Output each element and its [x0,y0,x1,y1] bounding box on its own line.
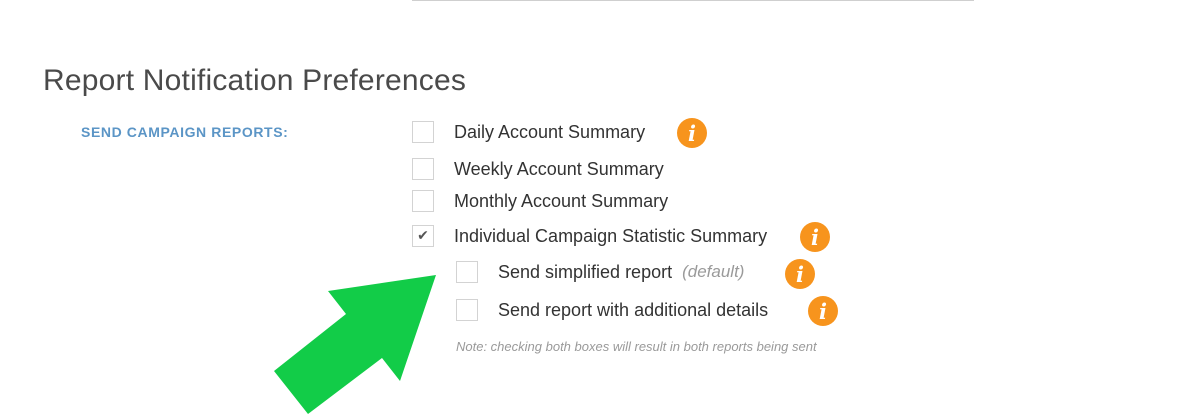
weekly-summary-checkbox[interactable] [412,158,434,180]
checkmark-icon: ✔ [417,228,429,244]
individual-campaign-label: Individual Campaign Statistic Summary [454,225,768,246]
daily-summary-checkbox[interactable] [412,121,434,143]
option-monthly-account-summary[interactable]: Monthly Account Summary [412,189,668,213]
daily-summary-label: Daily Account Summary [454,121,646,142]
individual-campaign-info-icon[interactable]: i [800,222,830,252]
report-preferences-page: Report Notification Preferences SEND CAM… [0,0,1190,417]
option-daily-account-summary[interactable]: Daily Account Summary [412,120,645,144]
simplified-report-label: Send simplified report [498,261,673,282]
note-text: Note: checking both boxes will result in… [456,339,817,354]
daily-summary-info-icon[interactable]: i [677,118,707,148]
weekly-summary-label: Weekly Account Summary [454,158,664,179]
default-tag: (default) [682,262,745,281]
individual-campaign-checkbox[interactable]: ✔ [412,225,434,247]
divider-line [412,0,974,1]
simplified-report-info-icon[interactable]: i [785,259,815,289]
additional-details-info-icon[interactable]: i [808,296,838,326]
send-campaign-reports-label: SEND CAMPAIGN REPORTS: [81,124,289,140]
additional-details-checkbox[interactable] [456,299,478,321]
simplified-report-checkbox[interactable] [456,261,478,283]
arrow-shape [274,275,436,414]
option-individual-campaign-summary[interactable]: ✔ Individual Campaign Statistic Summary [412,224,767,248]
monthly-summary-checkbox[interactable] [412,190,434,212]
option-weekly-account-summary[interactable]: Weekly Account Summary [412,157,664,181]
section-title: Report Notification Preferences [43,64,467,97]
sub-option-additional-details[interactable]: Send report with additional details [456,298,768,322]
sub-option-simplified-report[interactable]: Send simplified report (default) [456,260,744,284]
additional-details-label: Send report with additional details [498,299,769,320]
monthly-summary-label: Monthly Account Summary [454,190,669,211]
